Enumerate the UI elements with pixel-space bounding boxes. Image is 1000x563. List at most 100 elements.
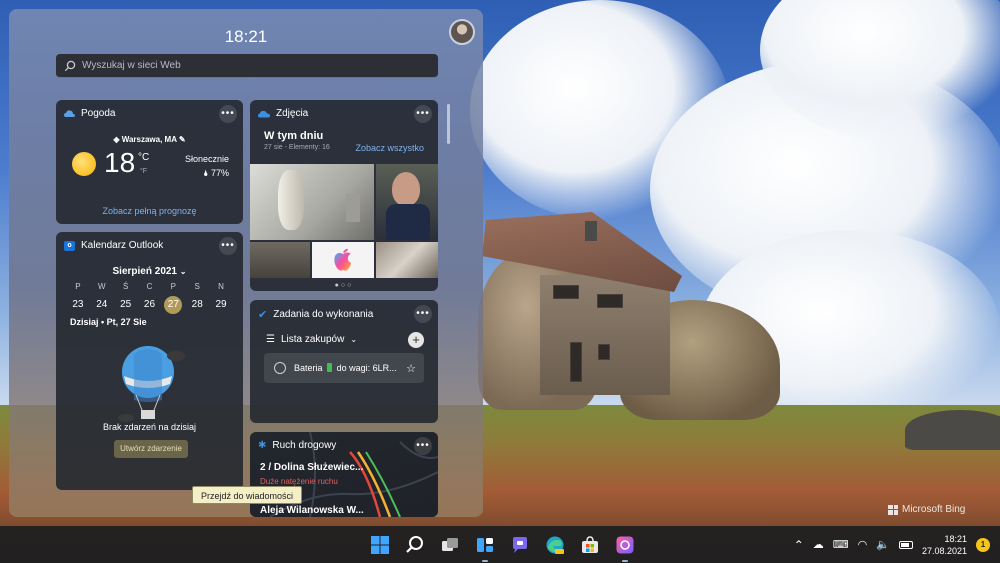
traffic-route: 2 / Dolina Służewiec... (260, 462, 364, 473)
photos-widget[interactable]: Zdjęcia ••• W tym dniu 27 sie - Elementy… (250, 100, 438, 291)
wifi-icon[interactable]: ◠ (858, 538, 868, 551)
task-complete-checkbox[interactable] (274, 362, 286, 374)
edge-logo-icon (546, 536, 564, 554)
calendar-date[interactable]: 29 (209, 296, 233, 314)
photo-thumbnail[interactable] (376, 242, 438, 278)
todo-more-button[interactable]: ••• (414, 305, 432, 323)
add-task-button[interactable]: + (408, 332, 424, 348)
battery-emoji-icon (327, 363, 333, 372)
widgets-icon[interactable] (473, 533, 497, 562)
sun-icon (72, 152, 96, 176)
keyboard-icon[interactable]: ⌨ (833, 538, 849, 551)
day-name: N (218, 282, 224, 291)
calendar-week: P W Ś C P S N 23 24 25 26 27 28 29 (66, 282, 233, 314)
taskbar-search-icon (406, 536, 423, 553)
weather-humidity-value: 77% (210, 168, 229, 178)
traffic-header: ✱ Ruch drogowy (258, 440, 336, 451)
checkmark-icon: ✔ (258, 309, 268, 321)
create-event-button[interactable]: Utwórz zdarzenie (114, 440, 188, 458)
hot-air-balloon-illustration (118, 346, 185, 422)
photo-thumbnail[interactable] (250, 164, 374, 240)
weather-more-button[interactable]: ••• (219, 105, 237, 123)
star-icon[interactable]: ☆ (406, 362, 416, 375)
user-avatar[interactable] (449, 19, 475, 45)
web-search-input[interactable]: Wyszukaj w sieci Web (56, 54, 438, 78)
droplet-icon: 🌢 (203, 168, 211, 178)
widgets-board: 18:21 Wyszukaj w sieci Web Pogoda ••• ◈ … (9, 9, 483, 517)
photo-thumbnail[interactable] (312, 242, 374, 278)
weather-condition-text: Słonecznie (184, 154, 229, 164)
store-icon[interactable] (578, 533, 602, 557)
traffic-icon: ✱ (258, 440, 267, 451)
apple-logo-icon (334, 248, 351, 271)
traffic-more-button[interactable]: ••• (414, 437, 432, 455)
todo-widget[interactable]: ✔ Zadania do wykonania ••• ☰ Lista zakup… (250, 300, 438, 423)
search-icon (64, 60, 76, 71)
weather-widget[interactable]: Pogoda ••• ◈ Warszawa, MA ✎ 18 °C °F Sło… (56, 100, 243, 224)
photos-heading: W tym dniu (264, 130, 324, 142)
unit-fahrenheit[interactable]: °F (140, 168, 147, 175)
teams-chat-icon[interactable] (508, 533, 532, 557)
chimney (585, 221, 597, 241)
start-icon[interactable] (368, 533, 392, 557)
calendar-date[interactable]: 28 (185, 296, 209, 314)
edit-pencil-icon[interactable]: ✎ (177, 135, 186, 144)
task-list-selector[interactable]: ☰ Lista zakupów ⌄ (266, 334, 357, 345)
photos-see-all-link[interactable]: Zobacz wszystko (355, 143, 424, 153)
battery-icon[interactable] (898, 540, 913, 549)
task-item[interactable]: Bateria do wagi: 6LR... ☆ (264, 353, 424, 383)
taskbar-apps (368, 533, 637, 562)
calendar-month-selector[interactable]: Sierpień 2021 ⌄ (56, 266, 243, 277)
house-window (553, 285, 579, 299)
notification-badge[interactable]: 1 (976, 537, 990, 552)
photos-glyph-icon (616, 536, 634, 554)
day-name: W (97, 282, 106, 291)
task-view-icon[interactable] (438, 533, 462, 557)
calendar-date[interactable]: 24 (90, 296, 114, 314)
chevron-up-icon[interactable]: ⌃ (794, 538, 804, 552)
day-name: C (146, 282, 153, 291)
photos-app-icon[interactable] (613, 533, 637, 562)
house-window (570, 342, 582, 382)
bing-label: Microsoft Bing (902, 504, 966, 515)
location-pin-icon: ◈ (113, 135, 122, 144)
photo-thumbnail[interactable] (250, 242, 310, 278)
windows-logo-icon (371, 536, 389, 554)
weather-location[interactable]: ◈ Warszawa, MA ✎ (56, 135, 243, 144)
calendar-date[interactable]: 26 (138, 296, 162, 314)
widgets-glyph-icon (477, 538, 493, 552)
task-text: Bateria do wagi: 6LR... (294, 363, 397, 373)
task-list-name: Lista zakupów (280, 334, 345, 345)
edge-canary-icon[interactable] (543, 533, 567, 557)
search-icon[interactable] (403, 533, 427, 557)
outlook-icon: o (64, 240, 75, 251)
board-scrollbar[interactable] (447, 104, 450, 144)
weather-header: Pogoda (64, 108, 115, 119)
calendar-date[interactable]: 25 (114, 296, 138, 314)
forecast-link[interactable]: Zobacz pełną prognozę (56, 206, 243, 216)
onedrive-tray-icon[interactable]: ☁ (813, 538, 824, 551)
calendar-widget[interactable]: o Kalendarz Outlook ••• Sierpień 2021 ⌄ … (56, 232, 243, 490)
unit-celsius[interactable]: °C (138, 152, 149, 163)
calendar-date-today[interactable]: 27 (164, 296, 183, 314)
task-text-end: do wagi: 6LR... (336, 363, 397, 373)
task-view-glyph-icon (442, 538, 458, 551)
calendar-more-button[interactable]: ••• (219, 237, 237, 255)
chat-bubble-icon (513, 537, 527, 553)
house-window (598, 344, 610, 360)
photo-thumbnail[interactable] (376, 164, 438, 240)
photos-more-button[interactable]: ••• (414, 105, 432, 123)
chevron-down-icon: ⌄ (179, 267, 187, 276)
weather-title: Pogoda (81, 108, 116, 119)
today-label: Dzisiaj • Pt, 27 Sie (70, 317, 147, 327)
carousel-dots[interactable]: ●○○ (250, 282, 438, 289)
search-placeholder: Wyszukaj w sieci Web (82, 60, 181, 71)
calendar-date[interactable]: 23 (66, 296, 90, 314)
traffic-title: Ruch drogowy (272, 440, 337, 451)
bing-logo-icon (888, 504, 898, 515)
volume-icon[interactable]: 🔈 (876, 538, 890, 551)
house-window (597, 294, 623, 308)
distant-rock (905, 410, 1000, 450)
taskbar-clock[interactable]: 18:21 27.08.2021 (922, 533, 967, 557)
day-name: P (170, 282, 177, 291)
